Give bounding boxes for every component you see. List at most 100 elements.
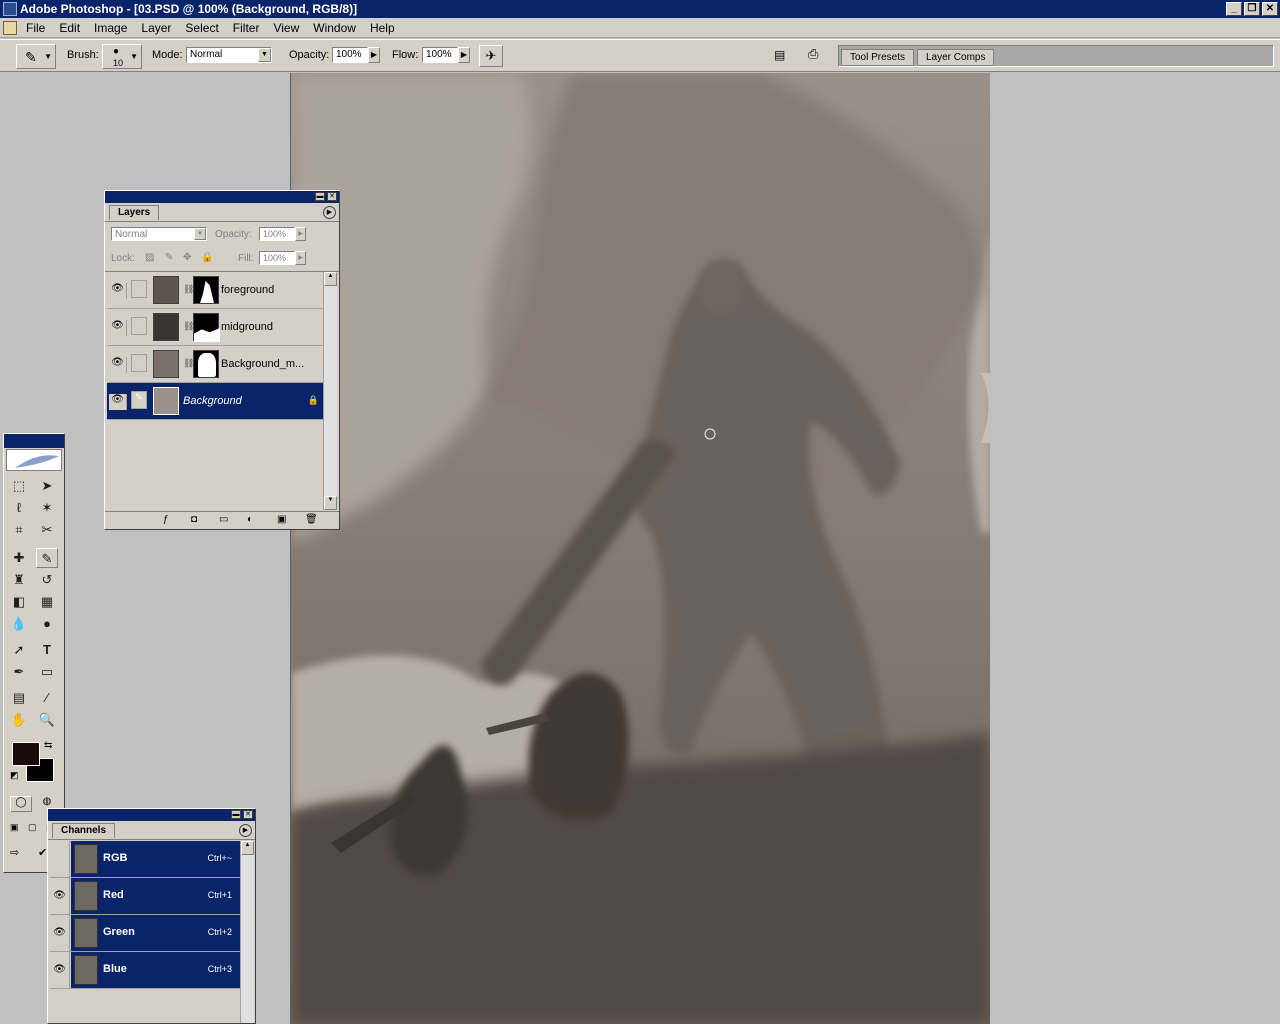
- document-icon[interactable]: [3, 21, 17, 35]
- palette-close-button[interactable]: ✕: [243, 810, 253, 819]
- opacity-field[interactable]: 100%: [332, 47, 368, 63]
- layers-scrollbar[interactable]: ▲ ▼: [323, 272, 337, 510]
- palette-menu-icon[interactable]: ▶: [239, 824, 252, 837]
- palette-close-button[interactable]: ✕: [327, 192, 337, 201]
- eraser-tool-icon[interactable]: ◧: [8, 592, 30, 612]
- channel-row-green[interactable]: 👁 Green Ctrl+2: [50, 915, 240, 952]
- lock-pixels-icon[interactable]: ✎: [165, 252, 173, 263]
- layer-link-box[interactable]: [131, 354, 147, 372]
- path-selection-tool-icon[interactable]: ➚: [8, 640, 30, 660]
- palette-minimize-button[interactable]: ▬: [231, 810, 241, 819]
- menu-select[interactable]: Select: [185, 21, 218, 35]
- crop-tool-icon[interactable]: ⌗: [8, 520, 30, 540]
- fill-field[interactable]: 100%: [259, 251, 295, 265]
- layer-name[interactable]: Background: [183, 395, 242, 407]
- fill-slider-button[interactable]: ▶: [295, 251, 306, 265]
- palette-menu-icon[interactable]: ▶: [323, 206, 336, 219]
- layer-name[interactable]: Background_m...: [221, 358, 304, 370]
- slice-tool-icon[interactable]: ✂: [36, 520, 58, 540]
- trash-icon[interactable]: 🗑: [305, 514, 318, 525]
- tool-preset-picker[interactable]: ✎ ▼: [16, 44, 56, 69]
- adjustment-layer-icon[interactable]: ◐: [247, 514, 253, 525]
- document-canvas[interactable]: [290, 73, 990, 1024]
- mode-select[interactable]: Normal ▼: [186, 47, 272, 63]
- screen-mode-full-menu-icon[interactable]: ▢: [28, 822, 42, 836]
- healing-brush-tool-icon[interactable]: ✚: [8, 548, 30, 568]
- scroll-up-icon[interactable]: ▲: [324, 272, 337, 286]
- doc-restore-button[interactable]: ❐: [1244, 2, 1260, 16]
- layer-opacity-field[interactable]: 100%: [259, 227, 295, 241]
- airbrush-toggle-icon[interactable]: ✈: [479, 45, 503, 67]
- menu-image[interactable]: Image: [94, 21, 127, 35]
- scroll-down-icon[interactable]: ▼: [324, 496, 337, 510]
- layer-name[interactable]: midground: [221, 321, 273, 333]
- menu-file[interactable]: File: [26, 21, 45, 35]
- pen-tool-icon[interactable]: ✒: [8, 662, 30, 682]
- lasso-tool-icon[interactable]: ℓ: [8, 498, 30, 518]
- eye-icon[interactable]: 👁: [109, 394, 127, 410]
- menu-edit[interactable]: Edit: [59, 21, 80, 35]
- palette-minimize-button[interactable]: ▬: [315, 192, 325, 201]
- flow-slider-button[interactable]: ▶: [458, 47, 470, 63]
- layer-row-background-mask[interactable]: 👁 ⛓ Background_m...: [107, 346, 323, 383]
- move-tool-icon[interactable]: ➤: [36, 476, 58, 496]
- tab-channels[interactable]: Channels: [52, 823, 116, 838]
- layer-opacity-slider-button[interactable]: ▶: [295, 227, 306, 241]
- menu-layer[interactable]: Layer: [141, 21, 171, 35]
- layer-link-box[interactable]: [131, 317, 147, 335]
- blur-tool-icon[interactable]: 💧: [8, 614, 30, 634]
- zoom-tool-icon[interactable]: 🔍: [36, 710, 58, 730]
- channel-row-red[interactable]: 👁 Red Ctrl+1: [50, 878, 240, 915]
- channels-scrollbar[interactable]: ▲: [240, 841, 254, 1023]
- layer-style-icon[interactable]: ƒ: [163, 514, 169, 525]
- clone-stamp-tool-icon[interactable]: ♜: [8, 570, 30, 590]
- shape-tool-icon[interactable]: ▭: [36, 662, 58, 682]
- brush-picker[interactable]: ● 10 ▼: [102, 44, 142, 69]
- new-group-icon[interactable]: ▭: [219, 514, 228, 525]
- swap-colors-icon[interactable]: ⇆: [44, 740, 52, 751]
- magic-wand-tool-icon[interactable]: ✶: [36, 498, 58, 518]
- opacity-slider-button[interactable]: ▶: [368, 47, 380, 63]
- menu-help[interactable]: Help: [370, 21, 395, 35]
- foreground-color-swatch[interactable]: [12, 742, 40, 766]
- eye-icon[interactable]: 👁: [109, 283, 127, 299]
- palette-well-icon[interactable]: ⎙: [808, 46, 826, 66]
- history-brush-tool-icon[interactable]: ↺: [36, 570, 58, 590]
- layer-row-background[interactable]: 👁 ✎ Background 🔒: [107, 383, 323, 420]
- menu-view[interactable]: View: [273, 21, 299, 35]
- eye-icon[interactable]: 👁: [109, 320, 127, 336]
- eye-icon[interactable]: 👁: [109, 357, 127, 373]
- eye-icon[interactable]: 👁: [50, 952, 70, 988]
- layer-link-box[interactable]: [131, 280, 147, 298]
- channel-row-rgb[interactable]: RGB Ctrl+~: [50, 841, 240, 878]
- lock-all-icon[interactable]: 🔒: [201, 252, 213, 263]
- menu-filter[interactable]: Filter: [233, 21, 260, 35]
- layer-name[interactable]: foreground: [221, 284, 274, 296]
- channels-palette-titlebar[interactable]: ▬ ✕: [48, 809, 255, 821]
- eye-icon[interactable]: 👁: [50, 878, 70, 914]
- layer-mask-thumbnail[interactable]: [193, 276, 219, 304]
- doc-close-button[interactable]: ✕: [1262, 2, 1278, 16]
- toolbox-titlebar[interactable]: [4, 434, 64, 448]
- scroll-up-icon[interactable]: ▲: [241, 841, 254, 855]
- brush-tool-icon[interactable]: ✎: [36, 548, 58, 568]
- eye-icon[interactable]: [50, 841, 70, 877]
- lock-transparency-icon[interactable]: ▨: [145, 252, 154, 263]
- notes-tool-icon[interactable]: ▤: [8, 688, 30, 708]
- doc-minimize-button[interactable]: _: [1226, 2, 1242, 16]
- type-tool-icon[interactable]: T: [36, 640, 58, 660]
- layer-row-foreground[interactable]: 👁 ⛓ foreground: [107, 272, 323, 309]
- layer-mask-thumbnail[interactable]: [193, 350, 219, 378]
- blend-mode-select[interactable]: Normal ▼: [111, 227, 207, 241]
- gradient-tool-icon[interactable]: ▦: [36, 592, 58, 612]
- channel-row-blue[interactable]: 👁 Blue Ctrl+3: [50, 952, 240, 989]
- tab-tool-presets[interactable]: Tool Presets: [841, 49, 915, 66]
- menu-window[interactable]: Window: [313, 21, 356, 35]
- standard-mode-icon[interactable]: ◯: [10, 796, 32, 812]
- screen-mode-standard-icon[interactable]: ▣: [10, 822, 24, 836]
- eyedropper-tool-icon[interactable]: ⁄: [36, 688, 58, 708]
- hand-tool-icon[interactable]: ✋: [8, 710, 30, 730]
- paintbrush-icon[interactable]: ✎: [131, 391, 147, 409]
- marquee-tool-icon[interactable]: ⬚: [8, 476, 30, 496]
- default-colors-icon[interactable]: ◩: [10, 770, 19, 781]
